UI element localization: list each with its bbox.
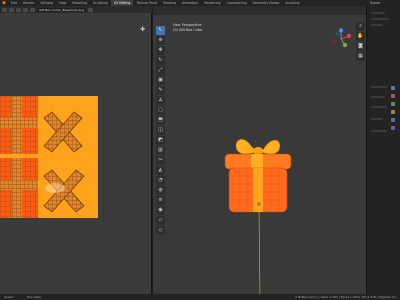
transform-tool-icon[interactable]: ▣: [156, 76, 165, 85]
gift-box-model[interactable]: [215, 124, 305, 300]
view-menu-button[interactable]: [9, 7, 14, 12]
rotate-tool-icon[interactable]: ↻: [156, 56, 165, 65]
modifier-properties-icon[interactable]: [391, 118, 395, 122]
pin-icon[interactable]: ✚: [140, 26, 145, 33]
spin-tool-icon[interactable]: ◔: [156, 176, 165, 185]
property-row[interactable]: [371, 96, 385, 98]
uv-editor-area[interactable]: Gift Box Comic_BaseColor.png ✚: [0, 6, 152, 294]
edge-slide-tool-icon[interactable]: ≡: [156, 196, 165, 205]
property-row[interactable]: [371, 130, 387, 132]
loop-cut-tool-icon[interactable]: ▥: [156, 146, 165, 155]
render-properties-icon[interactable]: [391, 94, 395, 98]
poly-build-tool-icon[interactable]: ◭: [156, 166, 165, 175]
uv-editor-header: Gift Box Comic_BaseColor.png: [0, 6, 152, 13]
viewport-header: [153, 6, 366, 15]
status-pan-hint: Pan View: [27, 295, 41, 299]
select-box-tool-icon[interactable]: ↖: [156, 26, 165, 35]
status-scene-stats: Gift Box Comic | Verts 1,184 | Faces 1,2…: [295, 295, 396, 299]
property-row[interactable]: [371, 118, 383, 120]
annotate-tool-icon[interactable]: ✎: [156, 86, 165, 95]
status-select-hint: Select: [4, 295, 14, 299]
rip-tool-icon[interactable]: ◇: [156, 226, 165, 235]
outliner-row[interactable]: [371, 18, 389, 20]
knife-tool-icon[interactable]: ✂: [156, 156, 165, 165]
property-row[interactable]: [371, 86, 387, 88]
properties-panel[interactable]: [366, 6, 400, 294]
cursor-tool-icon[interactable]: ⊕: [156, 36, 165, 45]
uv-menu-button[interactable]: [30, 7, 35, 12]
uv-texture-image: [0, 96, 98, 218]
outliner-row[interactable]: [371, 24, 383, 26]
tool-properties-icon[interactable]: [391, 86, 395, 90]
camera-icon[interactable]: ◙: [356, 42, 365, 51]
view-perspective-label: User Perspective: [173, 23, 202, 27]
zoom-icon[interactable]: ⌕: [356, 22, 365, 31]
outliner-row[interactable]: [371, 12, 385, 14]
tool-shelf: ↖ ⊕ ✥ ↻ ⤢ ▣ ✎ ∡ ▢ ⬒ ◫ ◩ ▥ ✂ ◭ ◔ ◍ ≡ ◉ ▱ …: [156, 26, 165, 236]
select-menu-button[interactable]: [16, 7, 21, 12]
scale-tool-icon[interactable]: ⤢: [156, 66, 165, 75]
material-properties-icon[interactable]: [391, 126, 395, 130]
active-object-label: (0) Gift Box Cube: [173, 28, 203, 32]
3d-viewport-area[interactable]: User Perspective (0) Gift Box Cube ↖ ⊕ ✥…: [153, 6, 366, 300]
shear-tool-icon[interactable]: ▱: [156, 216, 165, 225]
output-properties-icon[interactable]: [391, 102, 395, 106]
move-tool-icon[interactable]: ✥: [156, 46, 165, 55]
grid-icon[interactable]: ▦: [356, 52, 365, 61]
bevel-tool-icon[interactable]: ◩: [156, 136, 165, 145]
inset-tool-icon[interactable]: ◫: [156, 126, 165, 135]
image-browse-button[interactable]: [88, 7, 94, 12]
smooth-tool-icon[interactable]: ◍: [156, 186, 165, 195]
add-cube-tool-icon[interactable]: ▢: [156, 106, 165, 115]
navigation-gizmo[interactable]: [330, 28, 352, 50]
property-row[interactable]: [371, 106, 387, 108]
image-menu-button[interactable]: [23, 7, 28, 12]
viewport-nav-buttons: ⌕ ✋ ◙ ▦: [356, 22, 366, 62]
shrink-fatten-tool-icon[interactable]: ◉: [156, 206, 165, 215]
status-bar: Select Pan View Gift Box Comic | Verts 1…: [0, 294, 400, 300]
editor-type-button[interactable]: [2, 7, 7, 12]
pan-hand-icon[interactable]: ✋: [356, 32, 365, 41]
image-name-field[interactable]: Gift Box Comic_BaseColor.png: [37, 7, 87, 12]
measure-tool-icon[interactable]: ∡: [156, 96, 165, 105]
extrude-tool-icon[interactable]: ⬒: [156, 116, 165, 125]
object-properties-icon[interactable]: [391, 110, 395, 114]
